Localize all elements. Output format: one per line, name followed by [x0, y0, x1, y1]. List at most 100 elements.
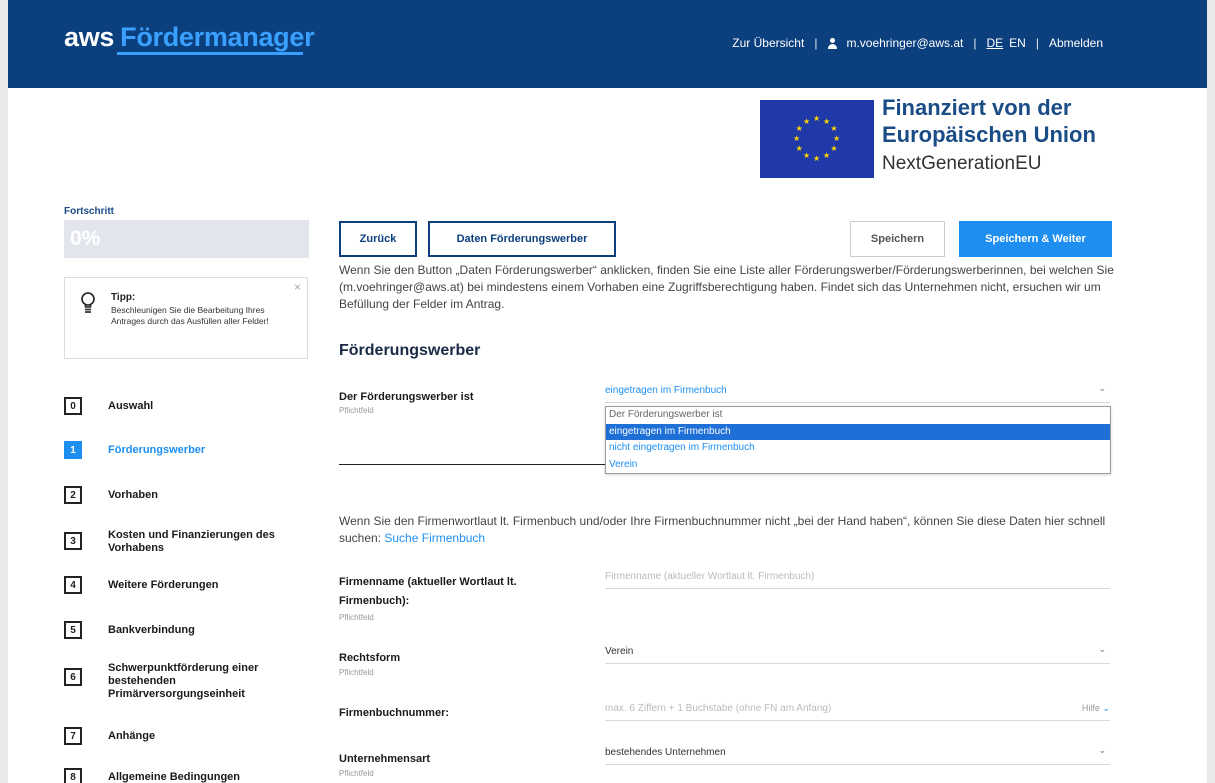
legal-form-value: Verein: [605, 646, 634, 657]
required-hint: Pflichtfeld: [339, 668, 374, 677]
step-label: Weitere Förderungen: [108, 579, 219, 591]
applicant-info-text: Wenn Sie den Button „Daten Förderungswer…: [339, 263, 1114, 311]
eu-star-icon: ★: [793, 134, 801, 143]
eu-funding-text: Finanziert von der Europäischen Union Ne…: [882, 94, 1096, 178]
step-label: Bankverbindung: [108, 624, 195, 636]
step-label: Förderungswerber: [108, 444, 206, 456]
help-toggle[interactable]: Hilfe ⌄: [1082, 703, 1110, 714]
eu-line-1: Finanziert von der: [882, 95, 1072, 120]
step-number: 1: [64, 441, 82, 459]
chevron-down-icon: ⌄: [1098, 644, 1106, 654]
step-label: Vorhaben: [108, 489, 158, 501]
progress-value: 0%: [70, 227, 101, 250]
logo[interactable]: aws Fördermanager: [64, 22, 315, 53]
progress-bar: 0%: [64, 220, 309, 258]
step-foerderungswerber[interactable]: 1 Förderungswerber: [64, 441, 205, 459]
back-button[interactable]: Zurück: [339, 221, 417, 257]
tip-box: × Tipp: Beschleunigen Sie die Bearbeitun…: [64, 277, 308, 359]
eu-star-icon: ★: [803, 116, 811, 126]
save-button[interactable]: Speichern: [850, 221, 945, 257]
eu-line-2: Europäischen Union: [882, 122, 1096, 147]
register-number-input[interactable]: max. 6 Ziffern + 1 Buchstabe (ohne FN am…: [605, 701, 1110, 721]
progress-label: Fortschritt: [64, 206, 114, 217]
company-type-select[interactable]: bestehendes Unternehmen ⌄: [605, 745, 1110, 765]
eu-star-icon: ★: [803, 151, 811, 161]
search-register-link[interactable]: Suche Firmenbuch: [384, 531, 485, 545]
eu-star-icon: ★: [795, 144, 803, 153]
dropdown-option-selected[interactable]: eingetragen im Firmenbuch: [606, 423, 1110, 440]
search-info-text: Wenn Sie den Firmenwortlaut lt. Firmenbu…: [339, 513, 1129, 547]
eu-star-icon: ★: [823, 151, 831, 161]
step-number: 5: [64, 621, 82, 639]
step-bankverbindung[interactable]: 5 Bankverbindung: [64, 621, 195, 639]
eu-star-icon: ★: [795, 124, 803, 133]
required-hint: Pflichtfeld: [339, 613, 374, 622]
nav-separator: |: [1035, 36, 1039, 50]
step-number: 6: [64, 668, 82, 686]
step-number: 4: [64, 576, 82, 594]
register-number-label: Firmenbuchnummer:: [339, 707, 450, 719]
step-anhaenge[interactable]: 7 Anhänge: [64, 727, 155, 745]
lang-en-link[interactable]: EN: [1009, 36, 1026, 50]
logo-underline: [117, 52, 303, 55]
section-title: Förderungswerber: [339, 342, 481, 359]
dropdown-option[interactable]: Verein: [606, 457, 1110, 474]
company-name-input[interactable]: Firmenname (aktueller Wortlaut lt. Firme…: [605, 569, 1110, 589]
app-frame: aws Fördermanager Zur Übersicht | m.voehr…: [8, 0, 1207, 783]
eu-star-icon: ★: [823, 116, 831, 126]
applicant-type-select[interactable]: eingetragen im Firmenbuch ⌄: [605, 383, 1110, 403]
step-schwerpunktfoerderung[interactable]: 6 Schwerpunktförderung einer bestehenden…: [64, 662, 288, 701]
user-icon: [827, 37, 838, 49]
step-label: Schwerpunktförderung einer bestehenden P…: [108, 662, 259, 700]
applicant-type-value: eingetragen im Firmenbuch: [605, 385, 727, 396]
step-auswahl[interactable]: 0 Auswahl: [64, 397, 153, 415]
save-next-button[interactable]: Speichern & Weiter: [959, 221, 1112, 257]
help-label: Hilfe: [1081, 703, 1100, 713]
step-number: 2: [64, 486, 82, 504]
register-number-placeholder: max. 6 Ziffern + 1 Buchstabe (ohne FN am…: [605, 703, 832, 714]
chevron-down-icon: ⌄: [1098, 383, 1106, 393]
dropdown-option[interactable]: Der Förderungswerber ist: [606, 407, 1110, 424]
applicant-type-dropdown: Der Förderungswerber ist eingetragen im …: [605, 406, 1111, 474]
logout-link[interactable]: Abmelden: [1049, 36, 1103, 50]
tip-text: Beschleunigen Sie die Bearbeitung Ihres …: [111, 305, 269, 326]
logo-name: Fördermanager: [120, 22, 315, 52]
step-kosten[interactable]: 3 Kosten und Finanzierungen des Vorhaben…: [64, 529, 278, 555]
tip-close-icon[interactable]: ×: [294, 280, 301, 294]
step-label: Kosten und Finanzierungen des Vorhabens: [108, 529, 275, 554]
company-name-placeholder: Firmenname (aktueller Wortlaut lt. Firme…: [605, 571, 815, 582]
nav-separator: |: [814, 36, 818, 50]
top-header: aws Fördermanager Zur Übersicht | m.voehr…: [8, 0, 1207, 88]
chevron-down-icon: ⌄: [1102, 703, 1110, 713]
logo-prefix: aws: [64, 22, 115, 52]
eu-star-icon: ★: [830, 144, 838, 153]
company-name-label: Firmenname (aktueller Wortlaut lt. Firme…: [339, 576, 517, 607]
nav-separator: |: [973, 36, 977, 50]
step-label: Allgemeine Bedingungen: [108, 771, 241, 783]
step-number: 3: [64, 532, 82, 550]
eu-star-icon: ★: [813, 114, 821, 123]
legal-form-select[interactable]: Verein ⌄: [605, 644, 1110, 664]
user-email[interactable]: m.voehringer@aws.at: [846, 36, 963, 50]
company-type-value: bestehendes Unternehmen: [605, 747, 726, 758]
step-number: 0: [64, 397, 82, 415]
dropdown-option[interactable]: nicht eingetragen im Firmenbuch: [606, 440, 1110, 457]
lang-de-link[interactable]: DE: [986, 36, 1003, 50]
top-nav: Zur Übersicht | m.voehringer@aws.at | DE…: [732, 36, 1103, 50]
required-hint: Pflichtfeld: [339, 406, 374, 415]
company-type-label: Unternehmensart: [339, 753, 431, 765]
step-number: 7: [64, 727, 82, 745]
applicant-data-button[interactable]: Daten Förderungswerber: [428, 221, 616, 257]
step-vorhaben[interactable]: 2 Vorhaben: [64, 486, 158, 504]
eu-flag-icon: ★ ★ ★ ★ ★ ★ ★ ★ ★ ★ ★ ★: [760, 100, 874, 178]
step-label: Anhänge: [108, 730, 156, 742]
lightbulb-icon: [81, 292, 95, 313]
nav-overview-link[interactable]: Zur Übersicht: [732, 36, 804, 50]
step-allgemeine-bedingungen[interactable]: 8 Allgemeine Bedingungen: [64, 768, 240, 783]
step-weitere-foerderungen[interactable]: 4 Weitere Förderungen: [64, 576, 218, 594]
applicant-type-label: Der Förderungswerber ist: [339, 391, 474, 403]
tip-title: Tipp:: [111, 292, 136, 303]
eu-star-icon: ★: [830, 124, 838, 133]
chevron-down-icon: ⌄: [1098, 745, 1106, 755]
divider: [339, 464, 605, 465]
